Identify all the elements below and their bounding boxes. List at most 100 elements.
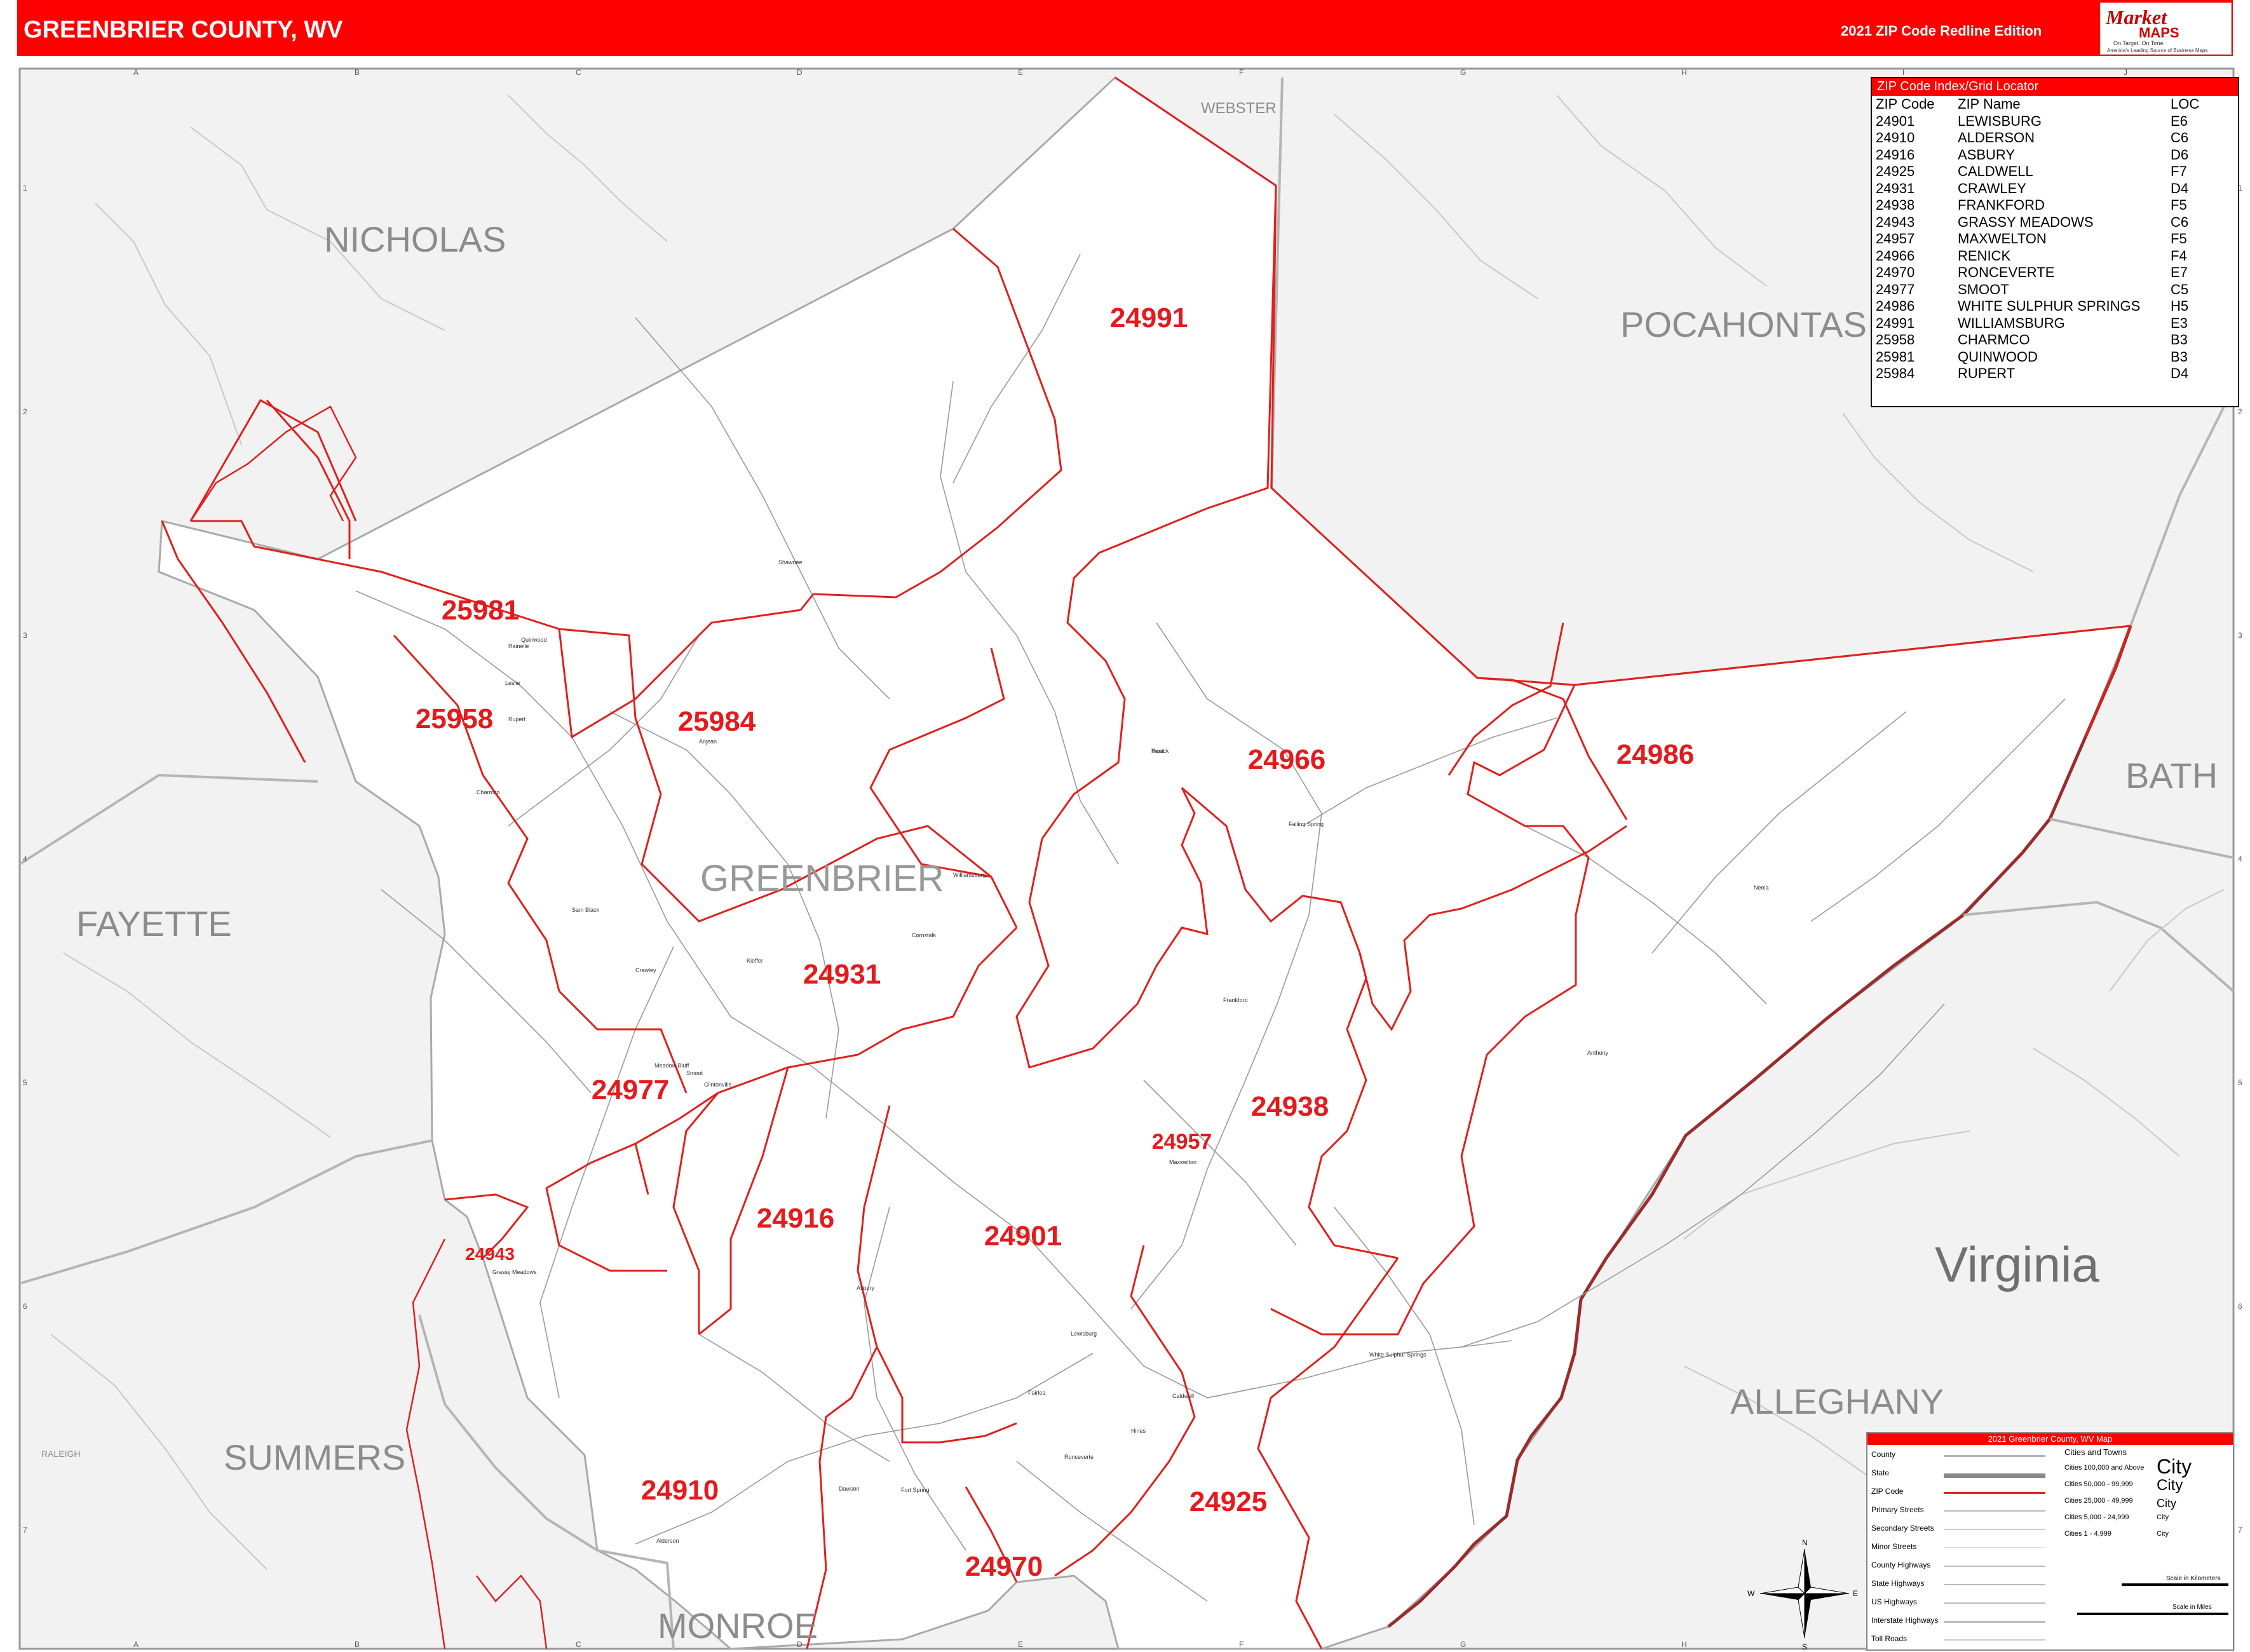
grid-col-label: A xyxy=(133,68,139,77)
label-bath: BATH xyxy=(2125,755,2218,796)
town-meadow-bluff: Meadow Bluff xyxy=(654,1062,689,1069)
zip-code-cell: 24901 xyxy=(1876,112,1915,129)
zip-loc-cell: F5 xyxy=(2171,231,2187,247)
zip-code-cell: 24910 xyxy=(1876,130,1915,146)
grid-col-label: B xyxy=(355,1640,360,1649)
grid-col-label: I xyxy=(1902,68,1904,77)
zip-loc-cell: C5 xyxy=(2171,281,2189,297)
grid-row-label: 1 xyxy=(23,184,27,193)
legend-city-class: Cities 50,000 - 99,999 xyxy=(2064,1480,2133,1488)
legend-item-label: Interstate Highways xyxy=(1871,1616,1939,1625)
town-neola: Neola xyxy=(1754,884,1769,891)
zip-index-row: 24931 CRAWLEY D4 xyxy=(1872,180,2238,198)
grid-col-label: C xyxy=(576,68,581,77)
compass-n: N xyxy=(1802,1538,1808,1547)
zip-index-col-name: ZIP Name xyxy=(1958,96,2021,112)
zip-code-cell: 24966 xyxy=(1876,247,1915,264)
zip-label-24966: 24966 xyxy=(1248,744,1325,775)
legend-item-label: County xyxy=(1871,1450,1896,1459)
legend-item-label: State Highways xyxy=(1871,1579,1925,1588)
grid-row-label: 6 xyxy=(23,1302,27,1311)
zip-label-24916: 24916 xyxy=(757,1203,834,1234)
town-rainelle: Rainelle xyxy=(508,643,529,649)
zip-name-cell: MAXWELTON xyxy=(1958,231,2047,247)
zip-label-24925: 24925 xyxy=(1189,1486,1267,1517)
zip-index-header-row: ZIP Code ZIP Name LOC xyxy=(1872,96,2238,113)
zip-code-cell: 24991 xyxy=(1876,315,1915,331)
zip-loc-cell: D4 xyxy=(2171,365,2189,381)
town-dawson: Dawson xyxy=(839,1486,860,1492)
legend-item-label: State xyxy=(1871,1468,1890,1477)
zip-label-24901: 24901 xyxy=(984,1221,1062,1252)
zip-code-cell: 25981 xyxy=(1876,348,1915,365)
zip-loc-cell: F4 xyxy=(2171,247,2187,264)
label-summers: SUMMERS xyxy=(224,1437,405,1477)
grid-row-label: 6 xyxy=(2238,1302,2242,1311)
zip-index-row: 25984 RUPERT D4 xyxy=(1872,365,2238,383)
legend-city-class: Cities 5,000 - 24,999 xyxy=(2064,1513,2129,1521)
legend-item-label: ZIP Code xyxy=(1871,1487,1904,1496)
zip-index-row: 25958 CHARMCO B3 xyxy=(1872,332,2238,349)
zip-code-cell: 24977 xyxy=(1876,281,1915,297)
label-nicholas: NICHOLAS xyxy=(324,219,506,259)
label-raleigh: RALEIGH xyxy=(41,1449,80,1459)
zip-index-row: 24966 RENICK F4 xyxy=(1872,248,2238,265)
town-williamsburg: Williamsburg xyxy=(953,872,986,878)
zip-index-row: 24901 LEWISBURG E6 xyxy=(1872,113,2238,130)
grid-col-label: G xyxy=(1460,1640,1466,1649)
zip-name-cell: GRASSY MEADOWS xyxy=(1958,213,2094,230)
legend-city-sample: City xyxy=(2157,1513,2169,1521)
legend-item-swatch xyxy=(1944,1566,2045,1567)
legend-item-swatch xyxy=(1944,1455,2045,1457)
zip-name-cell: CRAWLEY xyxy=(1958,180,2026,196)
scale-mi-label: Scale in Miles xyxy=(2172,1604,2212,1611)
town-falling-spring: Falling Spring xyxy=(1289,821,1324,827)
scale-km-label: Scale in Kilometers xyxy=(2166,1575,2221,1582)
town-clintonville: Clintonville xyxy=(704,1081,732,1088)
zip-loc-cell: D6 xyxy=(2171,146,2189,163)
zip-label-24910: 24910 xyxy=(641,1475,719,1506)
legend-item-label: US Highways xyxy=(1871,1597,1918,1606)
zip-index-row: 24938 FRANKFORD F5 xyxy=(1872,197,2238,214)
grid-row-label: 4 xyxy=(2238,855,2242,863)
town-maxwelton: Maxwelton xyxy=(1169,1159,1196,1165)
label-webster: WEBSTER xyxy=(1201,100,1277,117)
legend-item-label: Primary Streets xyxy=(1871,1505,1924,1514)
zip-loc-cell: C6 xyxy=(2171,213,2189,230)
zip-label-24986: 24986 xyxy=(1616,739,1694,770)
zip-index-row: 24943 GRASSY MEADOWS C6 xyxy=(1872,214,2238,231)
legend-city-sample: City xyxy=(2157,1497,2176,1510)
zip-name-cell: WHITE SULPHUR SPRINGS xyxy=(1958,298,2141,314)
town-lewisburg: Lewisburg xyxy=(1071,1330,1097,1337)
zip-loc-cell: C6 xyxy=(2171,130,2189,146)
grid-col-label: B xyxy=(355,68,360,77)
town-hines: Hines xyxy=(1131,1428,1146,1434)
town-kieffer: Kieffer xyxy=(747,958,763,964)
zip-code-cell: 24970 xyxy=(1876,264,1915,280)
legend-item-swatch xyxy=(1944,1547,2045,1548)
legend-item-label: Toll Roads xyxy=(1871,1634,1908,1643)
zip-label-24991: 24991 xyxy=(1110,302,1188,334)
legend-city-sample: City xyxy=(2157,1530,2169,1538)
legend-city-sample: City xyxy=(2157,1477,2183,1494)
legend-item-label: Minor Streets xyxy=(1871,1542,1917,1551)
legend-item-swatch xyxy=(1944,1473,2045,1478)
town-smoot: Smoot xyxy=(686,1070,703,1076)
zip-label-25984: 25984 xyxy=(678,706,756,737)
grid-col-label: J xyxy=(2124,68,2127,77)
zip-label-24943: 24943 xyxy=(465,1244,515,1264)
label-virginia: Virginia xyxy=(1935,1236,2099,1292)
town-crawley: Crawley xyxy=(635,967,656,973)
zip-index-row: 24957 MAXWELTON F5 xyxy=(1872,231,2238,248)
compass-s: S xyxy=(1802,1642,1807,1651)
grid-row-label: 4 xyxy=(23,855,27,863)
legend-city-class: Cities 25,000 - 49,999 xyxy=(2064,1497,2133,1505)
zip-name-cell: CHARMCO xyxy=(1958,332,2030,348)
zip-index-row: 24970 RONCEVERTE E7 xyxy=(1872,264,2238,281)
grid-col-label: A xyxy=(133,1640,139,1649)
zip-code-cell: 24925 xyxy=(1876,163,1915,179)
legend-item-swatch xyxy=(1944,1639,2045,1641)
zip-code-cell: 24931 xyxy=(1876,180,1915,196)
legend-item-swatch xyxy=(1944,1529,2045,1530)
zip-label-24977: 24977 xyxy=(592,1074,669,1106)
